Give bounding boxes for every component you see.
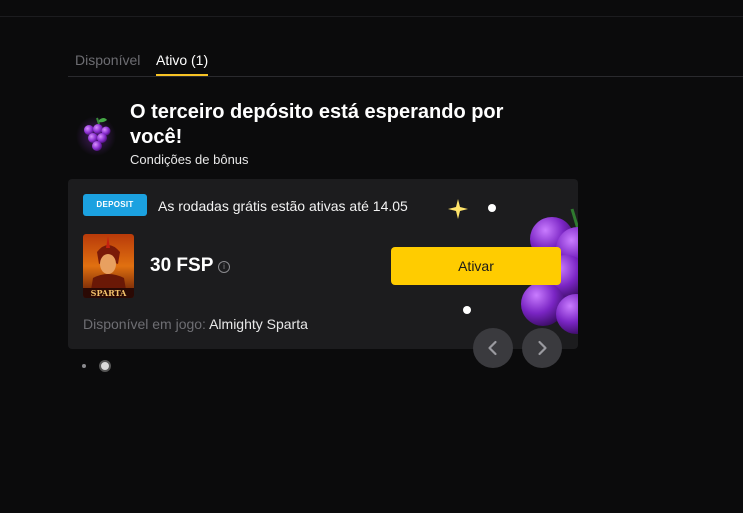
info-icon[interactable]: i — [218, 261, 230, 273]
chevron-left-icon — [488, 340, 497, 356]
pagination-dot[interactable] — [82, 364, 86, 368]
activate-button[interactable]: Ativar — [391, 247, 561, 285]
bonus-conditions-link[interactable]: Condições de bônus — [130, 152, 249, 167]
sparkle-icon — [448, 199, 468, 219]
tab-active[interactable]: Ativo (1) — [156, 52, 209, 76]
free-spins-amount: 30 FSP — [150, 255, 214, 276]
available-label: Disponível em jogo: — [83, 316, 206, 332]
chevron-right-icon — [538, 340, 547, 356]
game-thumbnail[interactable]: SPARTA — [83, 234, 134, 298]
next-button[interactable] — [522, 328, 562, 368]
game-name: Almighty Sparta — [209, 316, 308, 332]
grapes-icon — [76, 116, 116, 156]
decor-dot — [488, 204, 496, 212]
free-spins-status: As rodadas grátis estão ativas até 14.05 — [158, 198, 408, 214]
available-in-game: Disponível em jogo: Almighty Sparta — [83, 316, 308, 332]
bonus-tabs: Disponível Ativo (1) — [68, 50, 743, 77]
top-divider — [0, 16, 743, 17]
tab-available[interactable]: Disponível — [75, 52, 140, 68]
deposit-badge: DEPOSIT — [83, 194, 147, 216]
thumbnail-label: SPARTA — [91, 288, 127, 298]
bonus-card: DEPOSIT As rodadas grátis estão ativas a… — [68, 179, 578, 349]
bonus-title: O terceiro depósito está esperando por v… — [130, 101, 504, 148]
decor-dot — [463, 306, 471, 314]
prev-button[interactable] — [473, 328, 513, 368]
pagination-dot-active[interactable] — [99, 360, 111, 372]
